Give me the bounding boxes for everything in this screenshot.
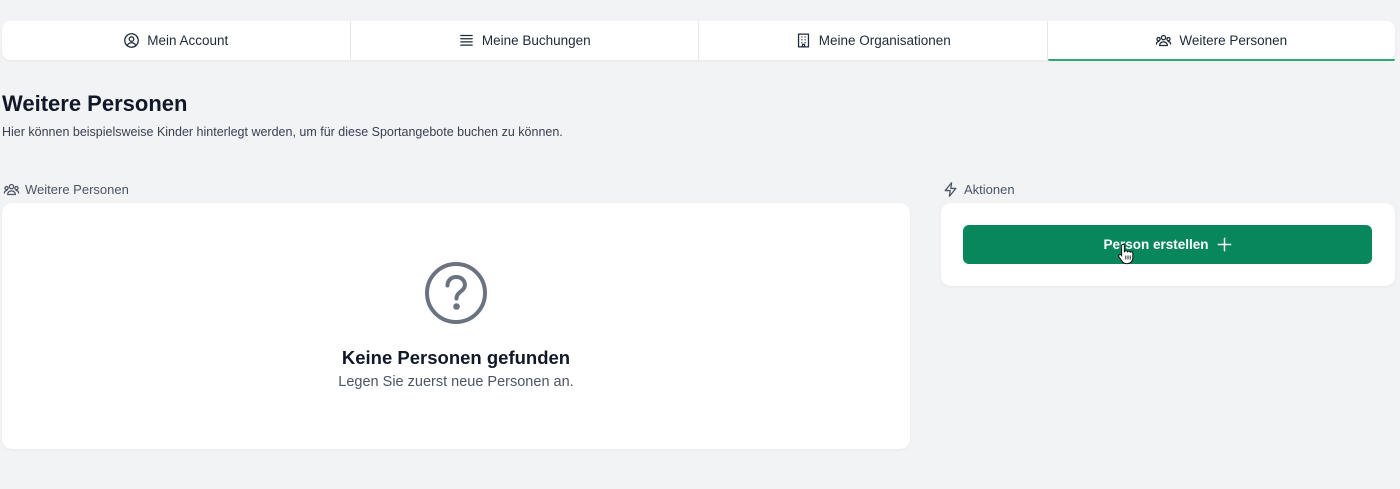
- question-circle-icon: [425, 262, 487, 324]
- tab-label: Meine Buchungen: [481, 33, 591, 48]
- empty-state-title: Keine Personen gefunden: [341, 347, 571, 368]
- actions-card: Person erstellen: [941, 203, 1395, 286]
- tab-label: Weitere Personen: [1179, 33, 1288, 48]
- plus-icon: [1217, 237, 1231, 252]
- tab-meine-organisationen[interactable]: Meine Organisationen: [699, 21, 1048, 60]
- section-label-text: Weitere Personen: [25, 182, 129, 197]
- actions-section-label: Aktionen: [942, 181, 1015, 198]
- page-title: Weitere Personen: [2, 91, 188, 116]
- create-person-button[interactable]: Person erstellen: [963, 225, 1372, 264]
- page-subtitle: Hier können beispielsweise Kinder hinter…: [2, 125, 563, 139]
- tab-label: Meine Organisationen: [818, 33, 951, 48]
- list-icon: [460, 34, 473, 46]
- user-circle-icon: [124, 33, 140, 48]
- persons-section-label: Weitere Personen: [3, 181, 129, 198]
- persons-empty-card: Keine Personen gefunden Legen Sie zuerst…: [2, 203, 910, 449]
- lightning-icon: [944, 182, 957, 197]
- tab-meine-buchungen[interactable]: Meine Buchungen: [351, 21, 699, 60]
- tab-label: Mein Account: [147, 33, 229, 48]
- tab-mein-account[interactable]: Mein Account: [2, 21, 351, 60]
- empty-state: Keine Personen gefunden Legen Sie zuerst…: [2, 261, 910, 390]
- section-label-text: Aktionen: [964, 182, 1015, 197]
- hand-cursor-icon: [1118, 243, 1134, 265]
- users-icon: [3, 183, 20, 196]
- building-icon: [797, 33, 809, 48]
- tab-bar: Mein Account Meine Buchungen Meine Organ…: [2, 21, 1396, 61]
- tab-weitere-personen[interactable]: Weitere Personen: [1047, 21, 1396, 61]
- users-icon: [1156, 34, 1172, 47]
- empty-state-description: Legen Sie zuerst neue Personen an.: [338, 374, 574, 390]
